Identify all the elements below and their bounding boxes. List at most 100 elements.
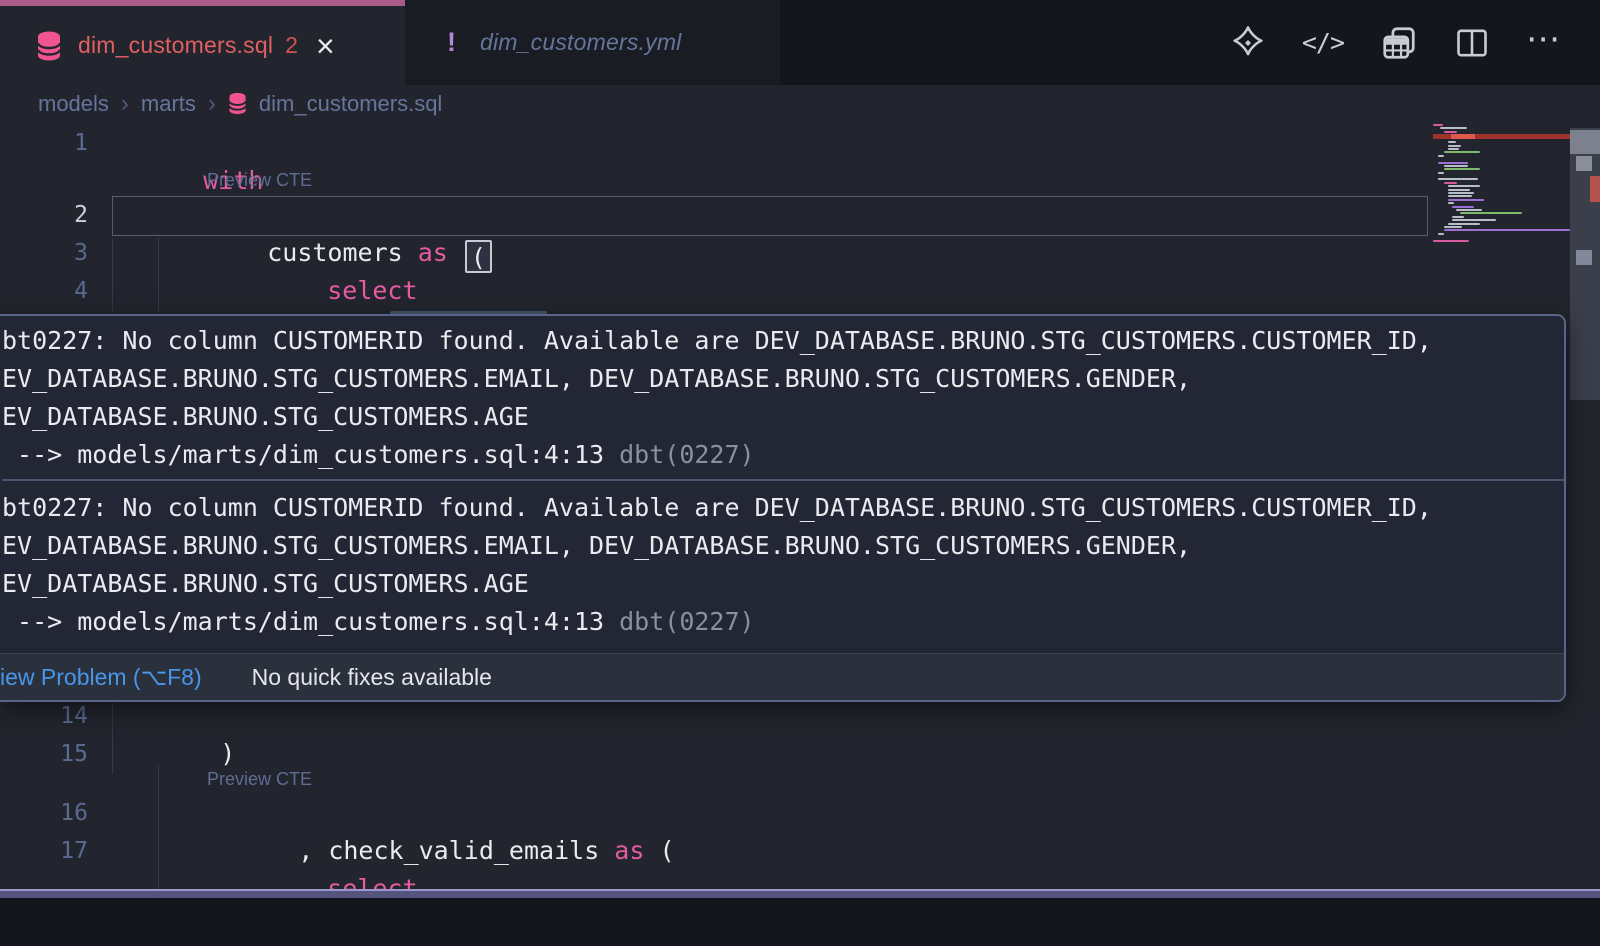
ruler-decoration	[1576, 156, 1592, 171]
minimap-code-line	[1438, 172, 1444, 174]
message-text: EV_DATABASE.BRUNO.STG_CUSTOMERS.EMAIL, D…	[2, 360, 1564, 398]
indent-guide	[158, 238, 159, 312]
overview-ruler[interactable]	[1570, 122, 1600, 889]
message-text: bt0227: No column CUSTOMERID found. Avai…	[2, 489, 1564, 527]
keyword-token: as	[614, 836, 644, 865]
breadcrumb-marts[interactable]: marts	[141, 91, 196, 117]
breadcrumb-models[interactable]: models	[38, 91, 109, 117]
line-number[interactable]: 14	[0, 697, 88, 735]
codelens-preview-cte[interactable]: Preview CTE	[207, 166, 312, 194]
message-text: EV_DATABASE.BRUNO.STG_CUSTOMERS.EMAIL, D…	[2, 527, 1564, 565]
cursor-bracket: (	[465, 240, 492, 273]
minimap-code-line	[1448, 141, 1456, 143]
minimap-error-line	[1433, 134, 1570, 139]
minimap-code-line	[1433, 240, 1469, 242]
minimap-code-line	[1460, 212, 1522, 214]
minimap-code-line	[1448, 202, 1454, 204]
minimap-code-line	[1444, 226, 1462, 228]
line-number[interactable]: 17	[0, 832, 88, 870]
minimap-code-line	[1448, 145, 1461, 147]
keyword-token: as	[418, 238, 448, 267]
minimap-code-line	[1438, 162, 1468, 164]
ruler-decoration	[1590, 176, 1600, 202]
message-text: EV_DATABASE.BRUNO.STG_CUSTOMERS.AGE	[2, 398, 1564, 436]
tab-filename: dim_customers.sql	[78, 32, 273, 59]
minimap-code-line	[1438, 155, 1444, 157]
error-message-1: bt0227: No column CUSTOMERID found. Avai…	[2, 322, 1564, 474]
minimap-code-line	[1448, 148, 1459, 150]
minimap-code-line	[1452, 219, 1496, 221]
error-hover-tooltip: bt0227: No column CUSTOMERID found. Avai…	[0, 314, 1566, 702]
indent-guide	[112, 700, 113, 774]
minimap-code-line	[1444, 168, 1480, 170]
preview-results-icon[interactable]	[1380, 24, 1418, 62]
minimap-code-line	[1438, 178, 1478, 180]
bracket-token: (	[644, 836, 674, 865]
code-line-16[interactable]: , check_valid_emails as (	[238, 794, 675, 832]
codelens-preview-cte[interactable]: Preview CTE	[207, 765, 312, 793]
minimap-code-line	[1444, 151, 1480, 153]
no-quick-fixes-label: No quick fixes available	[252, 664, 492, 691]
minimap-code-line	[1438, 233, 1444, 235]
minimap-code-line	[1456, 209, 1482, 211]
minimap-code-line	[1444, 165, 1468, 167]
message-separator	[2, 479, 1564, 481]
chevron-right-icon: ›	[121, 90, 129, 118]
close-icon[interactable]: ×	[316, 30, 335, 62]
more-actions-icon[interactable]: ⋯	[1526, 22, 1562, 64]
space-token	[448, 238, 463, 267]
code-line-17[interactable]: select	[267, 832, 418, 870]
minimap-code-line	[1452, 216, 1464, 218]
message-text: bt0227: No column CUSTOMERID found. Avai…	[2, 322, 1564, 360]
minimap-code-line	[1433, 175, 1570, 177]
breadcrumb-file[interactable]: dim_customers.sql	[259, 91, 442, 117]
editor-actions: </> ⋯	[1230, 0, 1562, 85]
warning-badge: !	[447, 27, 456, 58]
view-problem-link[interactable]: iew Problem (⌥F8)	[0, 664, 202, 691]
minimap-code-line	[1433, 236, 1570, 238]
panel-divider	[0, 889, 1600, 898]
minimap-code-line	[1448, 195, 1472, 197]
hover-status-bar: iew Problem (⌥F8) No quick fixes availab…	[0, 653, 1564, 700]
indent-guide	[158, 765, 159, 890]
database-icon	[228, 92, 247, 115]
hover-messages: bt0227: No column CUSTOMERID found. Avai…	[0, 316, 1564, 641]
minimap-code-line	[1444, 229, 1570, 231]
message-location: --> models/marts/dim_customers.sql:4:13 …	[2, 603, 1564, 641]
minimap-code-line	[1448, 189, 1470, 191]
line-number[interactable]: 16	[0, 794, 88, 832]
line-number[interactable]: 4	[0, 272, 88, 310]
minimap-code-line	[1448, 223, 1480, 225]
code-line-2[interactable]: customers as (	[207, 196, 492, 234]
message-text: EV_DATABASE.BRUNO.STG_CUSTOMERS.AGE	[2, 565, 1564, 603]
minimap-code-line	[1452, 206, 1474, 208]
compile-code-icon[interactable]: </>	[1302, 28, 1344, 57]
code-line-14[interactable]: )	[160, 697, 235, 735]
dbt-logo-icon[interactable]	[1230, 25, 1266, 61]
diagnostic-code: dbt(0227)	[604, 440, 755, 469]
minimap-code-line	[1433, 158, 1570, 160]
line-number[interactable]: 3	[0, 234, 88, 272]
code-line-4[interactable]: customerId	[330, 272, 547, 310]
diagnostic-code: dbt(0227)	[604, 607, 755, 636]
breadcrumb: models › marts › dim_customers.sql	[0, 85, 1600, 122]
indent-guide	[112, 238, 113, 312]
minimap-code-line	[1433, 124, 1443, 126]
line-number[interactable]: 2	[0, 196, 88, 234]
minimap[interactable]	[1433, 124, 1570, 243]
chevron-right-icon: ›	[208, 90, 216, 118]
code-line-1[interactable]: with	[143, 124, 263, 162]
line-number[interactable]: 15	[0, 735, 88, 773]
tab-dim-customers-yml[interactable]: ! dim_customers.yml	[405, 0, 780, 85]
tab-filename: dim_customers.yml	[480, 29, 682, 56]
minimap-code-line	[1448, 192, 1474, 194]
line-number[interactable]: 1	[0, 124, 88, 162]
split-editor-icon[interactable]	[1454, 25, 1490, 61]
minimap-code-line	[1444, 182, 1457, 184]
file-path: --> models/marts/dim_customers.sql:4:13	[2, 440, 604, 469]
ruler-decoration	[1570, 130, 1600, 154]
tab-dim-customers-sql[interactable]: dim_customers.sql 2 ×	[0, 0, 405, 85]
minimap-code-line	[1448, 185, 1480, 187]
file-path: --> models/marts/dim_customers.sql:4:13	[2, 607, 604, 636]
error-message-2: bt0227: No column CUSTOMERID found. Avai…	[2, 489, 1564, 641]
